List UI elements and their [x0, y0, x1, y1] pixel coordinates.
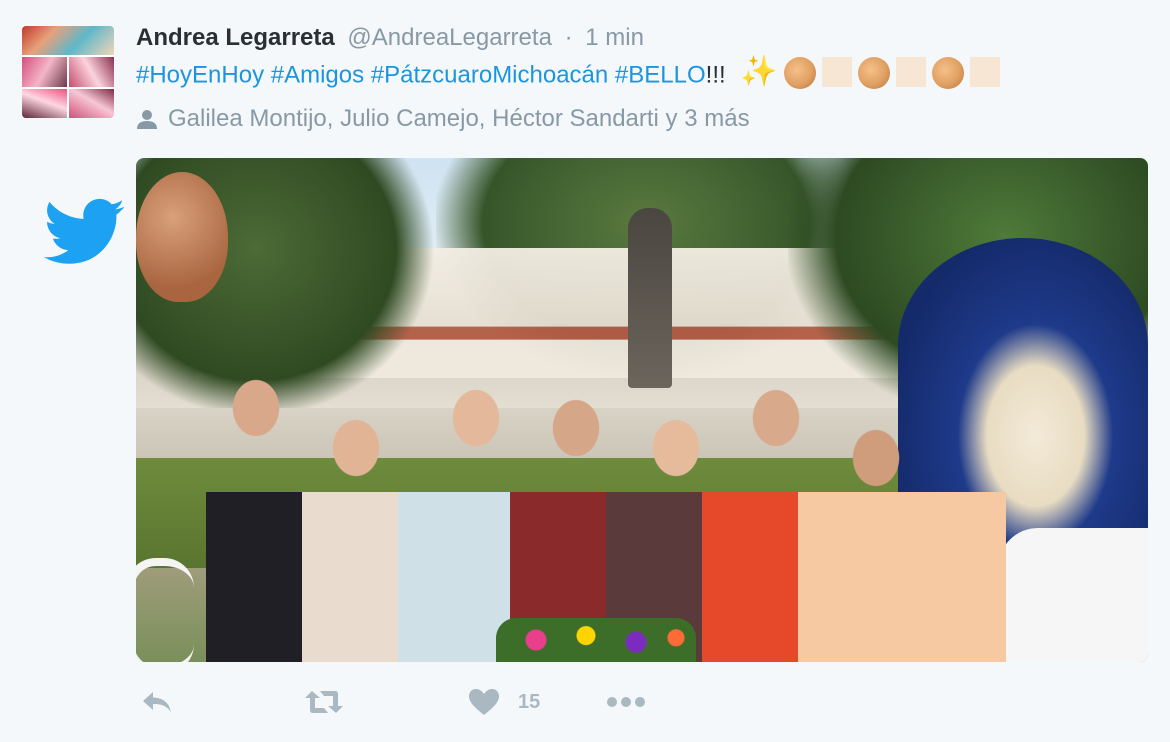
retweet-icon	[305, 691, 343, 713]
heart-icon	[469, 689, 499, 715]
clapping-hands-icon	[931, 57, 964, 89]
reply-icon	[143, 692, 171, 712]
retweet-button[interactable]	[304, 689, 344, 715]
hashtag-link[interactable]: #PátzcuaroMichoacán	[371, 61, 608, 88]
author-handle[interactable]: @AndreaLegarreta	[347, 24, 552, 51]
header-separator: ·	[564, 24, 573, 51]
reply-button[interactable]	[140, 689, 174, 715]
avatar-photo-2	[22, 57, 67, 87]
hashtag-link[interactable]: #Amigos	[271, 61, 364, 88]
more-button[interactable]	[606, 696, 646, 708]
avatar-photo-3	[69, 57, 114, 87]
twitter-bird-icon	[44, 198, 125, 264]
photo-white-chair	[136, 558, 194, 662]
photo-clay-pot	[136, 172, 228, 302]
avatar-photo-4	[22, 88, 67, 118]
photo-flowers	[496, 618, 696, 662]
tweet-actions: 15	[136, 686, 646, 718]
skin-tone-box-icon	[821, 57, 852, 87]
tweet-photo[interactable]	[136, 158, 1148, 662]
tweet-text: #HoyEnHoy #Amigos #PátzcuaroMichoacán #B…	[136, 55, 1000, 92]
sparkles-icon: ✨	[740, 55, 778, 88]
tweet-timestamp[interactable]: 1 min	[585, 24, 644, 51]
author-avatar[interactable]	[22, 26, 114, 118]
emoji-row: ✨	[740, 55, 1000, 89]
person-icon	[137, 110, 157, 129]
tweet-text-trailing: !!!	[705, 61, 726, 89]
author-name[interactable]: Andrea Legarreta	[136, 24, 335, 51]
tweet-header: Andrea Legarreta @AndreaLegarreta · 1 mi…	[136, 24, 644, 52]
clapping-hands-icon	[783, 57, 816, 89]
hashtag-link[interactable]: #HoyEnHoy	[136, 61, 264, 88]
hashtag-link[interactable]: #BELLO	[615, 61, 706, 88]
avatar-photo-5	[69, 88, 114, 118]
skin-tone-box-icon	[895, 57, 926, 87]
like-count: 15	[518, 690, 541, 713]
more-icon	[607, 697, 646, 707]
clapping-hands-icon	[857, 57, 890, 89]
photo-white-chair	[998, 528, 1148, 662]
like-button[interactable]: 15	[468, 688, 540, 716]
avatar-photo-1	[22, 26, 114, 56]
tagged-people-text: Galilea Montijo, Julio Camejo, Héctor Sa…	[168, 105, 750, 132]
photo-statue	[628, 208, 672, 388]
skin-tone-box-icon	[969, 57, 1000, 87]
tagged-people[interactable]: Galilea Montijo, Julio Camejo, Héctor Sa…	[136, 104, 750, 134]
